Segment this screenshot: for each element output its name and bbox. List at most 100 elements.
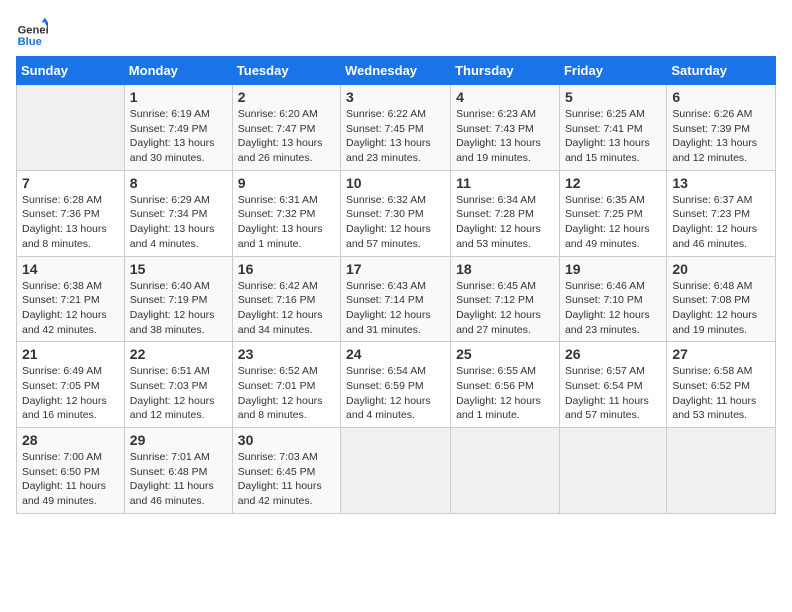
day-info: Sunrise: 6:52 AM Sunset: 7:01 PM Dayligh… (238, 364, 335, 423)
day-info: Sunrise: 6:25 AM Sunset: 7:41 PM Dayligh… (565, 107, 661, 166)
day-number: 4 (456, 89, 554, 105)
day-number: 8 (130, 175, 227, 191)
day-number: 29 (130, 432, 227, 448)
day-header-sunday: Sunday (17, 57, 125, 85)
day-info: Sunrise: 6:54 AM Sunset: 6:59 PM Dayligh… (346, 364, 445, 423)
calendar-cell: 27 Sunrise: 6:58 AM Sunset: 6:52 PM Dayli… (667, 342, 776, 428)
header: General Blue (16, 16, 776, 48)
calendar-cell: 17 Sunrise: 6:43 AM Sunset: 7:14 PM Dayli… (341, 256, 451, 342)
day-number: 9 (238, 175, 335, 191)
calendar-cell: 6 Sunrise: 6:26 AM Sunset: 7:39 PM Daylig… (667, 85, 776, 171)
day-header-monday: Monday (124, 57, 232, 85)
day-info: Sunrise: 6:31 AM Sunset: 7:32 PM Dayligh… (238, 193, 335, 252)
calendar-cell (451, 428, 560, 514)
day-number: 6 (672, 89, 770, 105)
day-number: 22 (130, 346, 227, 362)
day-number: 16 (238, 261, 335, 277)
logo: General Blue (16, 16, 48, 48)
day-number: 10 (346, 175, 445, 191)
calendar-cell: 22 Sunrise: 6:51 AM Sunset: 7:03 PM Dayli… (124, 342, 232, 428)
day-info: Sunrise: 6:20 AM Sunset: 7:47 PM Dayligh… (238, 107, 335, 166)
calendar-cell: 8Sunrise: 6:29 AM Sunset: 7:34 PM Daylig… (124, 170, 232, 256)
calendar-cell: 3 Sunrise: 6:22 AM Sunset: 7:45 PM Daylig… (341, 85, 451, 171)
day-header-thursday: Thursday (451, 57, 560, 85)
day-info: Sunrise: 6:35 AM Sunset: 7:25 PM Dayligh… (565, 193, 661, 252)
calendar-header-row: SundayMondayTuesdayWednesdayThursdayFrid… (17, 57, 776, 85)
day-number: 5 (565, 89, 661, 105)
calendar-cell: 7 Sunrise: 6:28 AM Sunset: 7:36 PM Daylig… (17, 170, 125, 256)
day-info: Sunrise: 6:49 AM Sunset: 7:05 PM Dayligh… (22, 364, 119, 423)
calendar-cell (559, 428, 666, 514)
calendar-cell: 14 Sunrise: 6:38 AM Sunset: 7:21 PM Dayli… (17, 256, 125, 342)
calendar-cell: 4Sunrise: 6:23 AM Sunset: 7:43 PM Daylig… (451, 85, 560, 171)
calendar-table: SundayMondayTuesdayWednesdayThursdayFrid… (16, 56, 776, 514)
day-number: 27 (672, 346, 770, 362)
day-number: 24 (346, 346, 445, 362)
day-info: Sunrise: 6:38 AM Sunset: 7:21 PM Dayligh… (22, 279, 119, 338)
day-number: 26 (565, 346, 661, 362)
day-info: Sunrise: 6:43 AM Sunset: 7:14 PM Dayligh… (346, 279, 445, 338)
calendar-week-row: 1 Sunrise: 6:19 AM Sunset: 7:49 PM Daylig… (17, 85, 776, 171)
calendar-cell: 18 Sunrise: 6:45 AM Sunset: 7:12 PM Dayli… (451, 256, 560, 342)
day-info: Sunrise: 6:19 AM Sunset: 7:49 PM Dayligh… (130, 107, 227, 166)
calendar-cell (667, 428, 776, 514)
day-info: Sunrise: 6:55 AM Sunset: 6:56 PM Dayligh… (456, 364, 554, 423)
day-number: 7 (22, 175, 119, 191)
day-number: 14 (22, 261, 119, 277)
day-info: Sunrise: 6:45 AM Sunset: 7:12 PM Dayligh… (456, 279, 554, 338)
day-number: 3 (346, 89, 445, 105)
calendar-cell: 12 Sunrise: 6:35 AM Sunset: 7:25 PM Dayli… (559, 170, 666, 256)
day-header-saturday: Saturday (667, 57, 776, 85)
day-number: 13 (672, 175, 770, 191)
calendar-cell: 2 Sunrise: 6:20 AM Sunset: 7:47 PM Daylig… (232, 85, 340, 171)
day-number: 15 (130, 261, 227, 277)
logo-icon: General Blue (16, 16, 48, 48)
day-info: Sunrise: 6:26 AM Sunset: 7:39 PM Dayligh… (672, 107, 770, 166)
calendar-body: 1 Sunrise: 6:19 AM Sunset: 7:49 PM Daylig… (17, 85, 776, 514)
day-info: Sunrise: 6:46 AM Sunset: 7:10 PM Dayligh… (565, 279, 661, 338)
calendar-week-row: 21 Sunrise: 6:49 AM Sunset: 7:05 PM Dayli… (17, 342, 776, 428)
calendar-cell: 28Sunrise: 7:00 AM Sunset: 6:50 PM Dayli… (17, 428, 125, 514)
calendar-week-row: 28Sunrise: 7:00 AM Sunset: 6:50 PM Dayli… (17, 428, 776, 514)
calendar-cell: 15 Sunrise: 6:40 AM Sunset: 7:19 PM Dayli… (124, 256, 232, 342)
day-info: Sunrise: 6:57 AM Sunset: 6:54 PM Dayligh… (565, 364, 661, 423)
day-header-friday: Friday (559, 57, 666, 85)
day-number: 19 (565, 261, 661, 277)
calendar-cell: 24 Sunrise: 6:54 AM Sunset: 6:59 PM Dayli… (341, 342, 451, 428)
day-number: 1 (130, 89, 227, 105)
calendar-cell: 19 Sunrise: 6:46 AM Sunset: 7:10 PM Dayli… (559, 256, 666, 342)
day-number: 18 (456, 261, 554, 277)
calendar-cell: 5 Sunrise: 6:25 AM Sunset: 7:41 PM Daylig… (559, 85, 666, 171)
calendar-cell: 29Sunrise: 7:01 AM Sunset: 6:48 PM Dayli… (124, 428, 232, 514)
calendar-cell: 9 Sunrise: 6:31 AM Sunset: 7:32 PM Daylig… (232, 170, 340, 256)
calendar-cell: 20Sunrise: 6:48 AM Sunset: 7:08 PM Dayli… (667, 256, 776, 342)
day-number: 12 (565, 175, 661, 191)
day-info: Sunrise: 7:03 AM Sunset: 6:45 PM Dayligh… (238, 450, 335, 509)
calendar-cell: 16 Sunrise: 6:42 AM Sunset: 7:16 PM Dayli… (232, 256, 340, 342)
day-number: 2 (238, 89, 335, 105)
svg-text:Blue: Blue (18, 36, 42, 48)
calendar-cell: 1 Sunrise: 6:19 AM Sunset: 7:49 PM Daylig… (124, 85, 232, 171)
calendar-cell (17, 85, 125, 171)
day-info: Sunrise: 6:58 AM Sunset: 6:52 PM Dayligh… (672, 364, 770, 423)
day-number: 17 (346, 261, 445, 277)
day-number: 30 (238, 432, 335, 448)
day-info: Sunrise: 6:28 AM Sunset: 7:36 PM Dayligh… (22, 193, 119, 252)
calendar-cell: 23Sunrise: 6:52 AM Sunset: 7:01 PM Dayli… (232, 342, 340, 428)
day-info: Sunrise: 6:51 AM Sunset: 7:03 PM Dayligh… (130, 364, 227, 423)
day-info: Sunrise: 6:32 AM Sunset: 7:30 PM Dayligh… (346, 193, 445, 252)
calendar-week-row: 7 Sunrise: 6:28 AM Sunset: 7:36 PM Daylig… (17, 170, 776, 256)
day-info: Sunrise: 6:40 AM Sunset: 7:19 PM Dayligh… (130, 279, 227, 338)
calendar-cell: 30 Sunrise: 7:03 AM Sunset: 6:45 PM Dayli… (232, 428, 340, 514)
calendar-cell: 10 Sunrise: 6:32 AM Sunset: 7:30 PM Dayli… (341, 170, 451, 256)
svg-text:General: General (18, 25, 48, 37)
day-info: Sunrise: 6:34 AM Sunset: 7:28 PM Dayligh… (456, 193, 554, 252)
day-info: Sunrise: 6:37 AM Sunset: 7:23 PM Dayligh… (672, 193, 770, 252)
day-number: 21 (22, 346, 119, 362)
calendar-cell: 13 Sunrise: 6:37 AM Sunset: 7:23 PM Dayli… (667, 170, 776, 256)
day-info: Sunrise: 6:22 AM Sunset: 7:45 PM Dayligh… (346, 107, 445, 166)
calendar-cell: 11Sunrise: 6:34 AM Sunset: 7:28 PM Dayli… (451, 170, 560, 256)
day-header-tuesday: Tuesday (232, 57, 340, 85)
calendar-cell: 26 Sunrise: 6:57 AM Sunset: 6:54 PM Dayli… (559, 342, 666, 428)
day-info: Sunrise: 6:42 AM Sunset: 7:16 PM Dayligh… (238, 279, 335, 338)
